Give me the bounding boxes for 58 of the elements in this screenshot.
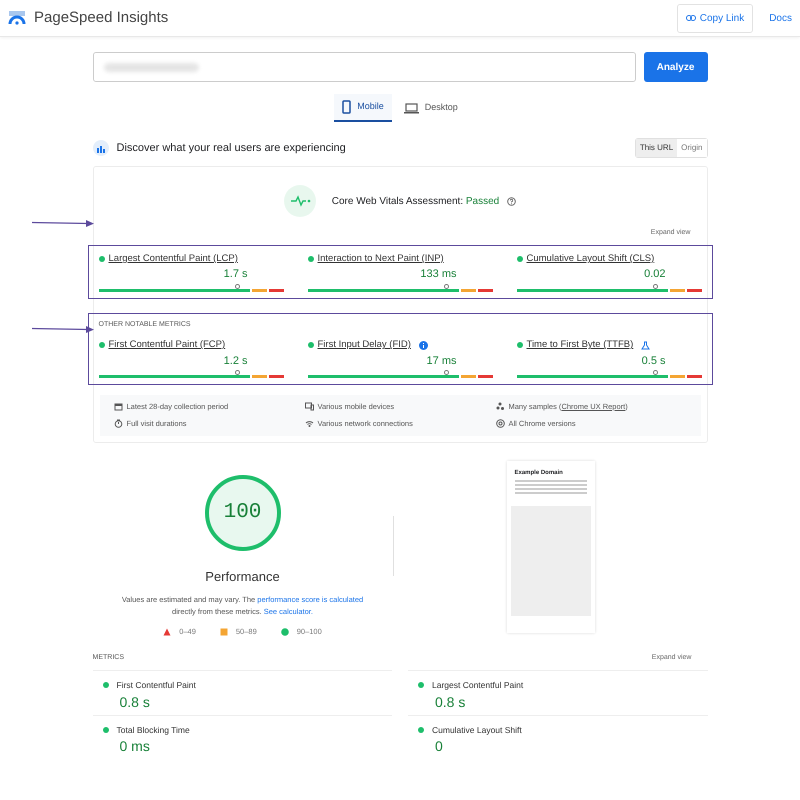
status-dot (98, 256, 104, 262)
status-dot (516, 256, 522, 262)
annotation-arrow (32, 219, 94, 227)
docs-link[interactable]: Docs (769, 10, 792, 26)
status-dot (98, 342, 104, 348)
metric-link[interactable]: Cumulative Layout Shift (CLS) (526, 252, 654, 266)
category-title: Performance (205, 568, 280, 586)
url-field[interactable] (92, 52, 636, 82)
metric-value: 0 (434, 737, 444, 756)
assessment-text: Core Web Vitals Assessment: Passed (332, 194, 500, 208)
wifi-icon (304, 419, 314, 428)
metric-value: 1.2 s (222, 354, 248, 368)
metric-value: 1.7 s (222, 267, 248, 282)
status-dot (102, 726, 108, 733)
metric-value: 0.02 (643, 267, 666, 282)
status-dot (308, 342, 314, 348)
status-dot (102, 682, 108, 688)
metric-value: 0 ms (118, 737, 151, 756)
metric-name: Largest Contentful Paint (432, 678, 524, 692)
metric-link[interactable]: Time to First Byte (TTFB) (526, 338, 634, 352)
device-tab[interactable]: Desktop (396, 94, 466, 122)
copy-link-button[interactable]: Copy Link (676, 4, 754, 32)
metric-name: Cumulative Layout Shift (432, 724, 522, 736)
section-heading: Discover what your real users are experiencing (116, 140, 346, 156)
status-dot (418, 726, 424, 733)
metric-value: 17 ms (426, 354, 458, 368)
stopwatch-icon (114, 419, 122, 428)
browser-icon (496, 419, 504, 428)
metric-link[interactable]: First Input Delay (FID) (318, 338, 411, 352)
status-dot (418, 682, 424, 688)
metric-value: 0.8 s (434, 692, 466, 712)
link-icon (686, 15, 696, 21)
laptop-icon (404, 102, 419, 114)
pulse-icon (284, 185, 316, 217)
metric-link[interactable]: Largest Contentful Paint (LCP) (108, 252, 238, 266)
dots-icon (496, 402, 504, 412)
metric-value: 133 ms (419, 267, 458, 282)
metric-value: 0.8 s (118, 692, 151, 712)
phone-icon (342, 100, 352, 114)
analyze-button[interactable]: Analyze (644, 52, 708, 82)
flask-icon (641, 340, 650, 350)
metric-link[interactable]: Interaction to Next Paint (INP) (318, 252, 444, 266)
help-icon[interactable] (507, 196, 516, 206)
calendar-icon (114, 402, 122, 412)
metric-name: Total Blocking Time (116, 724, 190, 736)
status-dot (308, 256, 314, 262)
score-gauge: 100 (204, 474, 280, 550)
status-dot (516, 342, 522, 348)
device-tab[interactable]: Mobile (334, 94, 392, 122)
people-chart-icon (92, 140, 108, 156)
logo-icon (8, 11, 26, 25)
scope-toggle[interactable]: This URL (636, 139, 678, 157)
devices-icon (304, 402, 314, 412)
metric-name: First Contentful Paint (116, 678, 196, 692)
info-icon[interactable] (418, 340, 428, 350)
metric-link[interactable]: First Contentful Paint (FCP) (108, 338, 226, 352)
metric-value: 0.5 s (640, 354, 666, 368)
app-title: PageSpeed Insights (34, 8, 168, 28)
